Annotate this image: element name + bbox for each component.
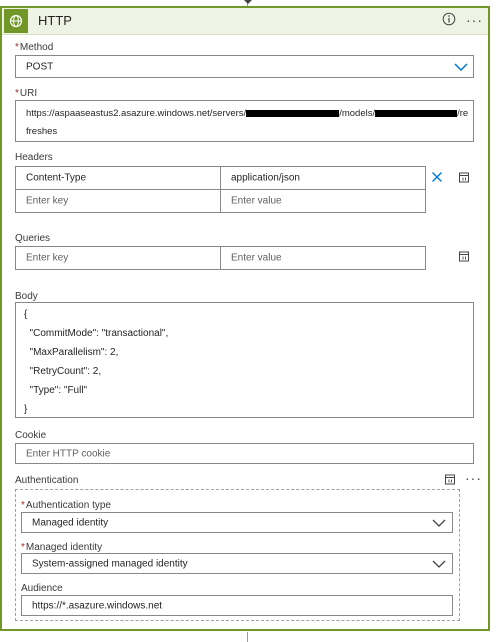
managed-identity-dropdown[interactable]: System-assigned managed identity	[21, 553, 453, 574]
body-line: "RetryCount": 2,	[24, 366, 102, 377]
cookie-placeholder: Enter HTTP cookie	[26, 448, 111, 459]
body-line: }	[24, 404, 28, 415]
cookie-input[interactable]: Enter HTTP cookie	[15, 443, 474, 464]
globe-icon	[4, 9, 28, 33]
switch-to-text-mode-icon[interactable]	[444, 473, 456, 485]
uri-input[interactable]: https://aspaaseastus2.asazure.windows.ne…	[15, 100, 474, 142]
action-title: HTTP	[38, 13, 72, 28]
method-label: *Method	[15, 42, 54, 53]
authentication-label: Authentication	[15, 475, 79, 486]
redacted-server	[246, 109, 340, 117]
body-textarea[interactable]: { "CommitMode": "transactional", "MaxPar…	[15, 302, 474, 418]
headers-label: Headers	[15, 152, 53, 163]
key-placeholder: Enter key	[26, 195, 69, 207]
uri-text-line2: freshes	[26, 126, 58, 137]
chevron-down-icon	[432, 560, 446, 568]
uri-text-line1: https://aspaaseastus2.asazure.windows.ne…	[26, 108, 468, 119]
switch-to-text-mode-icon[interactable]	[458, 171, 470, 183]
auth-type-label: *Authentication type	[21, 500, 111, 511]
audience-value: https://*.asazure.windows.net	[32, 600, 163, 611]
audience-input[interactable]: https://*.asazure.windows.net	[21, 595, 453, 616]
body-line: "MaxParallelism": 2,	[24, 347, 119, 358]
method-value: POST	[26, 61, 54, 72]
auth-type-dropdown[interactable]: Managed identity	[21, 512, 453, 533]
redacted-model	[375, 109, 458, 117]
header-value-field[interactable]: application/json	[220, 166, 426, 190]
auth-type-value: Managed identity	[32, 517, 109, 528]
uri-part-3: /re	[457, 108, 469, 119]
managed-identity-value: System-assigned managed identity	[32, 558, 188, 569]
key-placeholder: Enter key	[26, 252, 69, 264]
switch-to-text-mode-icon[interactable]	[458, 250, 470, 262]
body-line: "CommitMode": "transactional",	[24, 328, 169, 339]
body-label: Body	[15, 291, 38, 302]
cookie-label: Cookie	[15, 430, 47, 441]
body-line: {	[24, 309, 28, 320]
chevron-down-icon	[454, 63, 468, 72]
card-header[interactable]: HTTP ···	[2, 8, 488, 35]
uri-part-2: /models/	[339, 108, 376, 119]
flow-connector-bottom	[247, 632, 248, 642]
query-value-input[interactable]: Enter value	[220, 246, 426, 270]
audience-label: Audience	[21, 583, 63, 594]
remove-header-icon[interactable]	[431, 171, 443, 183]
managed-identity-label: *Managed identity	[21, 542, 103, 553]
flow-connector-arrow	[244, 0, 252, 4]
more-options-icon[interactable]: ···	[466, 12, 483, 28]
queries-label: Queries	[15, 233, 51, 244]
value-placeholder: Enter value	[231, 252, 282, 264]
header-value-value: application/json	[231, 172, 300, 184]
new-header-key-input[interactable]: Enter key	[15, 189, 221, 213]
method-dropdown[interactable]: POST	[15, 55, 474, 78]
info-icon[interactable]	[442, 12, 458, 28]
header-key-field[interactable]: Content-Type	[15, 166, 221, 190]
chevron-down-icon	[432, 519, 446, 527]
body-line: "Type": "Full"	[24, 385, 88, 396]
more-options-icon[interactable]: ···	[465, 470, 482, 486]
new-header-value-input[interactable]: Enter value	[220, 189, 426, 213]
query-key-input[interactable]: Enter key	[15, 246, 221, 270]
uri-part-1: https://aspaaseastus2.asazure.windows.ne…	[26, 108, 247, 119]
uri-label: *URI	[15, 88, 38, 99]
value-placeholder: Enter value	[231, 195, 282, 207]
header-key-value: Content-Type	[26, 172, 87, 184]
